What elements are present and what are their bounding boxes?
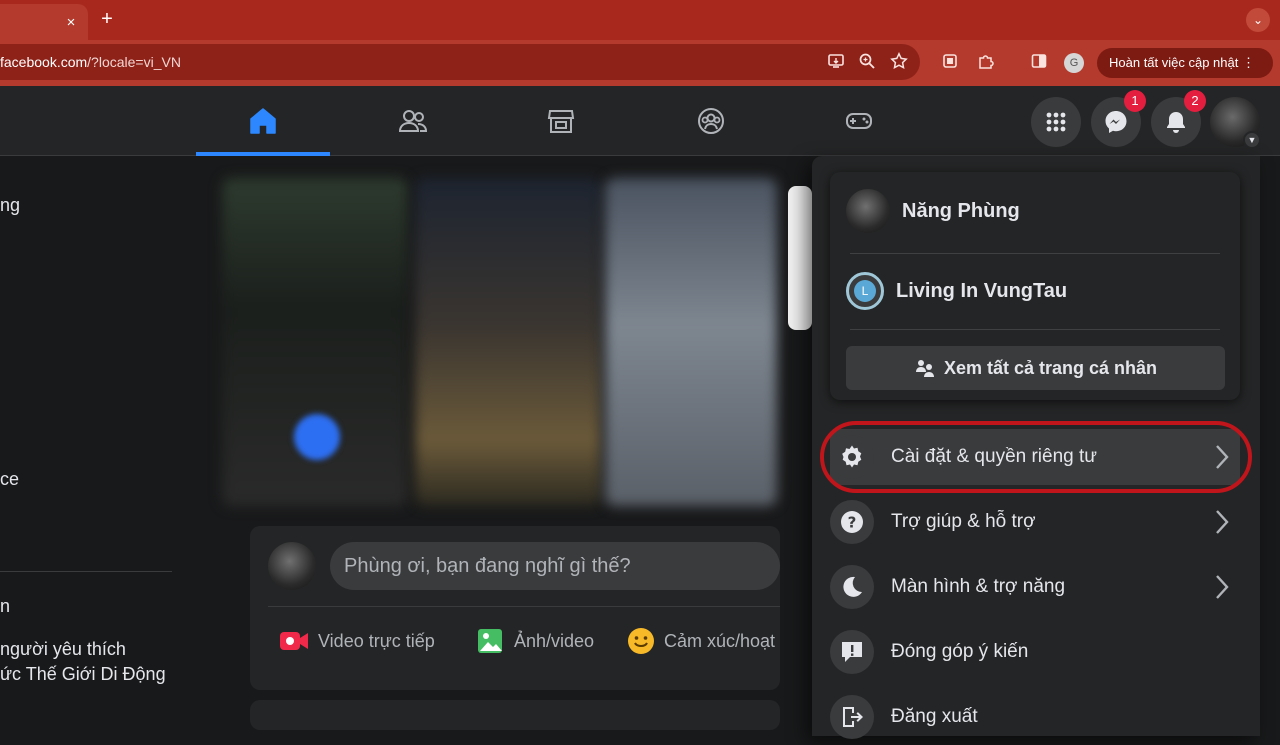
install-app-icon[interactable] [826, 52, 846, 72]
profile-name: Năng Phùng [902, 199, 1020, 222]
menu-button[interactable] [1031, 97, 1081, 147]
sidebar-item-partial[interactable]: ce [0, 469, 19, 490]
marketplace-icon [547, 110, 575, 133]
live-video-label: Video trực tiếp [318, 630, 435, 651]
svg-text:?: ? [848, 514, 857, 532]
browser-tab-active[interactable]: × [0, 4, 88, 40]
annotation-highlight [820, 421, 1252, 493]
profile-item[interactable]: Năng Phùng [846, 186, 1020, 236]
chevron-right-icon [1216, 575, 1229, 599]
story-card[interactable] [415, 178, 601, 506]
see-all-label: Xem tất cả trang cá nhân [943, 357, 1158, 378]
bell-icon [1167, 112, 1185, 133]
sidebar-item-partial[interactable]: ng [0, 195, 20, 216]
divider [850, 329, 1220, 330]
tab-close-icon[interactable]: × [62, 14, 80, 32]
moon-icon [830, 565, 874, 609]
browser-tab-bar: × + ⌄ [0, 0, 1280, 40]
smiley-icon [626, 627, 656, 655]
bookmark-star-icon[interactable] [889, 52, 909, 72]
feed-post-partial [250, 700, 780, 730]
side-panel-icon[interactable] [1029, 52, 1049, 72]
photo-video-button[interactable]: Ảnh/video [474, 622, 594, 660]
menu-item-label: Đăng xuất [891, 706, 978, 727]
friends-icon [398, 110, 428, 132]
menu-item-label: Màn hình & trợ năng [891, 576, 1066, 597]
new-tab-button[interactable]: + [96, 8, 118, 30]
update-button[interactable]: Hoàn tất việc cập nhật ⋮ [1097, 48, 1273, 78]
menu-item-logout[interactable]: Đăng xuất [830, 689, 1240, 745]
page-avatar-initial: L [854, 280, 876, 302]
facebook-header [0, 86, 1280, 156]
url-host: facebook.com [0, 54, 88, 70]
browser-toolbar: facebook.com/?locale=vi_VN [0, 40, 1280, 86]
photo-icon [474, 627, 506, 655]
avatar [846, 189, 890, 233]
tab-gaming[interactable] [792, 86, 926, 156]
live-video-button[interactable]: Video trực tiếp [278, 622, 435, 660]
menu-item-label: Đóng góp ý kiến [891, 641, 1029, 662]
logout-icon [830, 695, 874, 739]
groups-icon [698, 108, 724, 134]
update-label: Hoàn tất việc cập nhật [1109, 55, 1239, 70]
sidebar-item-partial[interactable]: ức Thế Giới Di Động [0, 664, 166, 685]
menu-item-help[interactable]: ? Trợ giúp & hỗ trợ [830, 494, 1240, 550]
tab-groups[interactable] [644, 86, 778, 156]
page-avatar: L [846, 272, 884, 310]
feedback-icon [830, 630, 874, 674]
notifications-badge: 2 [1184, 90, 1206, 112]
home-icon [250, 108, 276, 134]
see-all-profiles-button[interactable]: Xem tất cả trang cá nhân [846, 346, 1225, 390]
messenger-badge: 1 [1124, 90, 1146, 112]
zoom-icon[interactable] [857, 52, 877, 72]
address-bar[interactable]: facebook.com/?locale=vi_VN [0, 44, 920, 80]
avatar[interactable] [268, 542, 316, 590]
sidebar-item-partial[interactable]: người yêu thích [0, 639, 126, 660]
feeling-button[interactable]: Cảm xúc/hoạt động [626, 622, 776, 660]
profile-item[interactable]: L Living In VungTau [846, 266, 1067, 316]
question-icon: ? [830, 500, 874, 544]
switch-profiles-icon [915, 360, 934, 377]
create-story-icon[interactable] [294, 414, 340, 460]
browser-profile-avatar[interactable]: G [1064, 53, 1084, 73]
tab-friends[interactable] [346, 86, 480, 156]
extension-screenshot-icon[interactable] [940, 52, 960, 72]
chevron-right-icon [1216, 510, 1229, 534]
active-tab-indicator [196, 152, 330, 156]
status-input[interactable]: Phùng ơi, bạn đang nghĩ gì thế? [330, 542, 780, 590]
story-card-partial[interactable] [788, 186, 812, 330]
chevron-down-icon[interactable]: ▼ [1243, 131, 1261, 149]
grid-menu-icon [1046, 112, 1066, 132]
extensions-puzzle-icon[interactable] [976, 52, 996, 72]
feeling-label: Cảm xúc/hoạt động [664, 630, 776, 651]
menu-item-display[interactable]: Màn hình & trợ năng [830, 559, 1240, 615]
url-path: /?locale=vi_VN [87, 54, 181, 70]
url-text[interactable]: facebook.com/?locale=vi_VN [0, 54, 181, 70]
story-card[interactable] [605, 178, 777, 506]
browser-menu-icon[interactable]: ⋮ [1242, 55, 1255, 70]
tab-search-button[interactable]: ⌄ [1246, 8, 1270, 32]
sidebar-divider [0, 571, 172, 572]
tab-home[interactable] [196, 86, 330, 156]
composer-divider [268, 606, 780, 607]
menu-item-label: Trợ giúp & hỗ trợ [891, 511, 1036, 532]
sidebar-heading-partial: n [0, 596, 11, 616]
menu-item-feedback[interactable]: Đóng góp ý kiến [830, 624, 1240, 680]
live-video-icon [278, 627, 310, 655]
messenger-icon [1105, 111, 1127, 133]
divider [850, 253, 1220, 254]
profile-name: Living In VungTau [896, 279, 1068, 302]
gaming-icon [846, 113, 872, 129]
photo-video-label: Ảnh/video [514, 630, 595, 651]
tab-marketplace[interactable] [494, 86, 628, 156]
